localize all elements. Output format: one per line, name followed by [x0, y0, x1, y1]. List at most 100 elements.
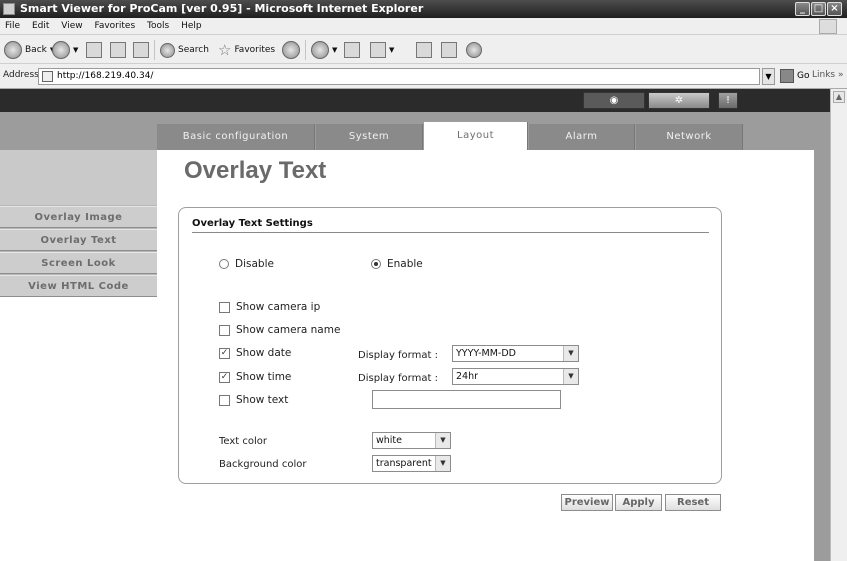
show-camera-name-option[interactable]: Show camera name	[219, 324, 340, 336]
address-dropdown-button[interactable]: ▼	[762, 68, 775, 85]
show-camera-name-checkbox[interactable]	[219, 324, 230, 336]
home-button[interactable]	[133, 40, 149, 60]
app-icon	[3, 3, 15, 15]
go-button[interactable]: Go	[780, 69, 809, 83]
background-color-label: Background color	[219, 459, 307, 470]
chevron-down-icon: ▼	[563, 369, 578, 384]
date-format-select[interactable]: YYYY-MM-DD ▼	[452, 345, 579, 362]
sidebar-blank	[0, 297, 157, 561]
messenger-button[interactable]	[466, 40, 482, 60]
text-color-value: white	[376, 435, 402, 446]
printer-icon	[344, 42, 360, 58]
star-icon: ☆	[218, 41, 232, 59]
menu-file[interactable]: File	[5, 21, 20, 31]
edit-button[interactable]: ▼	[370, 40, 394, 60]
refresh-button[interactable]	[110, 40, 126, 60]
show-text-checkbox[interactable]	[219, 394, 230, 406]
toolbar-separator	[305, 40, 306, 60]
stop-icon	[86, 42, 102, 58]
scroll-up-arrow-icon[interactable]: ▲	[833, 91, 845, 103]
tab-basic-configuration[interactable]: Basic configuration	[157, 124, 315, 150]
menu-view[interactable]: View	[61, 21, 82, 31]
sidebar-item-view-html-code[interactable]: View HTML Code	[0, 275, 157, 297]
favorites-label: Favorites	[234, 45, 276, 55]
discuss-icon	[416, 42, 432, 58]
section-divider	[192, 232, 709, 233]
chevron-down-icon: ▼	[73, 46, 79, 54]
show-camera-ip-option[interactable]: Show camera ip	[219, 301, 320, 313]
show-date-checkbox[interactable]: ✓	[219, 347, 230, 359]
menu-edit[interactable]: Edit	[32, 21, 49, 31]
time-format-label: Display format :	[358, 373, 438, 384]
setup-button[interactable]: ✲	[648, 92, 710, 109]
browser-toolbar: Back ▼ ▼ Search ☆ Favorites ▼ ▼	[0, 35, 847, 64]
show-camera-ip-label: Show camera ip	[236, 301, 321, 313]
enable-option[interactable]: Enable	[371, 258, 423, 270]
overlay-text-input[interactable]	[372, 390, 561, 409]
address-bar: Address http://168.219.40.34/ ▼ Go Links…	[0, 64, 847, 89]
sidebar-item-overlay-image[interactable]: Overlay Image	[0, 206, 157, 228]
maximize-button[interactable]: □	[811, 2, 826, 16]
menu-favorites[interactable]: Favorites	[94, 21, 135, 31]
tab-network[interactable]: Network	[636, 124, 743, 150]
time-format-select[interactable]: 24hr ▼	[452, 368, 579, 385]
live-view-button[interactable]: ◉	[583, 92, 645, 109]
toolbar-separator	[154, 40, 155, 60]
page-viewport: ◉ ✲ ! Basic configuration System Layout …	[0, 89, 830, 561]
back-button[interactable]: Back ▼	[4, 40, 55, 60]
enable-radio[interactable]	[371, 259, 381, 269]
apply-button[interactable]: Apply	[615, 494, 662, 511]
sidebar-logo-area	[0, 150, 157, 205]
print-button[interactable]	[344, 40, 360, 60]
tab-row: Basic configuration System Layout Alarm …	[0, 112, 830, 150]
sidebar-item-overlay-text[interactable]: Overlay Text	[0, 229, 157, 251]
tab-alarm[interactable]: Alarm	[529, 124, 635, 150]
disable-option[interactable]: Disable	[219, 258, 274, 270]
time-format-value: 24hr	[456, 371, 479, 382]
show-text-option[interactable]: Show text	[219, 394, 288, 406]
chevron-down-icon: ▼	[435, 433, 450, 448]
search-label: Search	[178, 45, 209, 55]
address-label: Address	[3, 70, 39, 80]
forward-button[interactable]: ▼	[52, 40, 78, 60]
vertical-scrollbar[interactable]: ▲	[830, 89, 847, 561]
close-button[interactable]: ×	[827, 2, 842, 16]
info-button[interactable]: !	[718, 92, 738, 109]
links-button[interactable]: Links »	[812, 70, 844, 80]
show-time-option[interactable]: ✓ Show time	[219, 371, 291, 383]
history-button[interactable]	[282, 40, 300, 60]
page-icon	[42, 71, 53, 82]
show-time-checkbox[interactable]: ✓	[219, 371, 230, 383]
sidebar-item-screen-look[interactable]: Screen Look	[0, 252, 157, 274]
address-url: http://168.219.40.34/	[57, 71, 154, 81]
show-date-option[interactable]: ✓ Show date	[219, 347, 291, 359]
show-camera-name-label: Show camera name	[236, 324, 341, 336]
date-format-value: YYYY-MM-DD	[456, 348, 516, 359]
menu-tools[interactable]: Tools	[147, 21, 169, 31]
preview-button[interactable]: Preview	[561, 494, 613, 511]
address-input[interactable]: http://168.219.40.34/	[38, 68, 760, 85]
research-button[interactable]	[441, 40, 457, 60]
research-icon	[441, 42, 457, 58]
stop-button[interactable]	[86, 40, 102, 60]
go-label: Go	[797, 71, 810, 81]
tab-system[interactable]: System	[316, 124, 423, 150]
edit-icon	[370, 42, 386, 58]
favorites-button[interactable]: ☆ Favorites	[218, 40, 275, 60]
background-color-select[interactable]: transparent ▼	[372, 455, 451, 472]
text-color-select[interactable]: white ▼	[372, 432, 451, 449]
refresh-icon	[110, 42, 126, 58]
minimize-button[interactable]: _	[795, 2, 810, 16]
header-strip: ◉ ✲ !	[0, 89, 830, 112]
discuss-button[interactable]	[416, 40, 432, 60]
menu-help[interactable]: Help	[181, 21, 202, 31]
go-arrow-icon	[780, 69, 794, 83]
reset-button[interactable]: Reset	[665, 494, 721, 511]
show-camera-ip-checkbox[interactable]	[219, 301, 230, 313]
show-date-label: Show date	[236, 347, 292, 359]
mail-button[interactable]: ▼	[311, 40, 337, 60]
tab-layout[interactable]: Layout	[424, 122, 528, 150]
search-button[interactable]: Search	[160, 40, 209, 60]
chevron-down-icon: ▼	[563, 346, 578, 361]
disable-radio[interactable]	[219, 259, 229, 269]
